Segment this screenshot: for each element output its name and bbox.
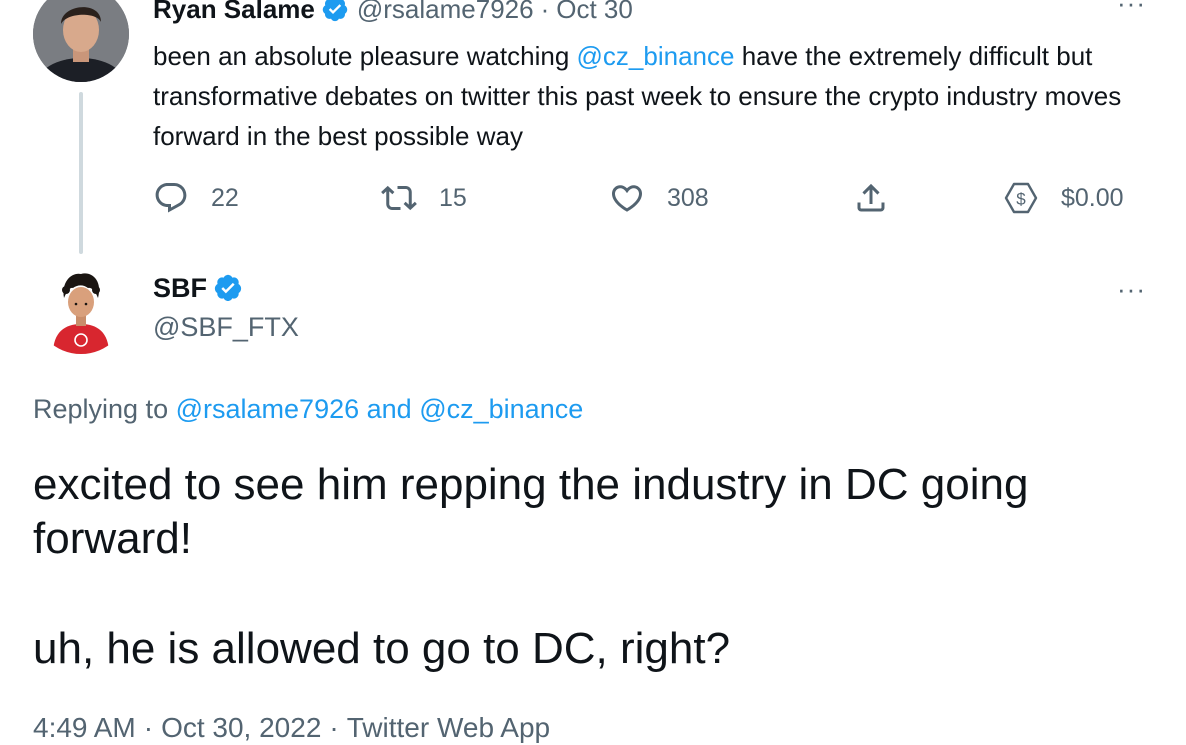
svg-text:$: $ — [1016, 190, 1026, 209]
share-icon — [857, 183, 885, 212]
thread-connector-line — [79, 92, 83, 254]
verified-badge-icon — [322, 0, 348, 22]
tweet-date[interactable]: Oct 30 — [556, 0, 633, 25]
replying-prefix: Replying to — [33, 394, 169, 424]
parent-tweet-text: been an absolute pleasure watching @cz_b… — [153, 36, 1163, 156]
author-handle[interactable]: @rsalame7926 — [357, 0, 534, 25]
more-dots-icon[interactable]: ··· — [1117, 276, 1146, 302]
tip-button[interactable]: $ $0.00 — [1003, 176, 1124, 220]
reply-count: 22 — [211, 183, 239, 212]
avatar-photo — [33, 0, 129, 82]
avatar[interactable] — [33, 258, 129, 354]
tweet-source[interactable]: Twitter Web App — [347, 712, 550, 743]
retweet-count: 15 — [439, 183, 467, 212]
mention-link[interactable]: @cz_binance — [577, 41, 735, 71]
tweet-metadata: 4:49 AM · Oct 30, 2022 · Twitter Web App — [33, 712, 550, 744]
author-handle[interactable]: @SBF_FTX — [153, 312, 299, 343]
share-button[interactable] — [853, 176, 889, 220]
like-button[interactable]: 308 — [609, 176, 709, 220]
reply-button[interactable]: 22 — [153, 176, 239, 220]
tweet-full-date[interactable]: Oct 30, 2022 — [161, 712, 321, 743]
separator-dot: · — [143, 712, 154, 743]
replying-and[interactable]: and — [367, 394, 412, 424]
more-dots-icon[interactable]: ··· — [1117, 0, 1146, 16]
tip-amount: $0.00 — [1061, 183, 1124, 212]
tweet-text-segment: been an absolute pleasure watching — [153, 41, 577, 71]
like-count: 308 — [667, 183, 709, 212]
avatar[interactable] — [33, 0, 129, 82]
tweet-paragraph: excited to see him repping the industry … — [33, 460, 1029, 563]
retweet-icon — [381, 185, 417, 211]
avatar-illustration — [33, 258, 129, 354]
author-name[interactable]: SBF — [153, 273, 207, 304]
separator-dot: · — [329, 712, 339, 743]
heart-icon — [611, 185, 643, 212]
replying-mention[interactable]: @rsalame7926 — [176, 394, 360, 424]
tweet-page: Ryan Salame @rsalame7926 · Oct 30 ··· be… — [0, 0, 1186, 745]
reply-icon — [155, 183, 187, 213]
tip-dollar-icon: $ — [1004, 182, 1038, 214]
author-name[interactable]: Ryan Salame — [153, 0, 315, 25]
replying-mention[interactable]: @cz_binance — [419, 394, 583, 424]
main-tweet-text: excited to see him repping the industry … — [33, 458, 1153, 676]
tweet-paragraph: uh, he is allowed to go to DC, right? — [33, 624, 731, 673]
tweet-time[interactable]: 4:49 AM — [33, 712, 136, 743]
main-tweet-author-row: SBF — [153, 270, 251, 306]
verified-badge-icon — [214, 274, 242, 302]
tweet-action-bar: 22 15 308 $ $0.00 — [153, 176, 1153, 220]
separator-dot: · — [540, 0, 550, 24]
parent-tweet-header: Ryan Salame @rsalame7926 · Oct 30 — [153, 0, 633, 26]
replying-to-line: Replying to @rsalame7926 and @cz_binance — [33, 394, 583, 425]
retweet-button[interactable]: 15 — [381, 176, 467, 220]
